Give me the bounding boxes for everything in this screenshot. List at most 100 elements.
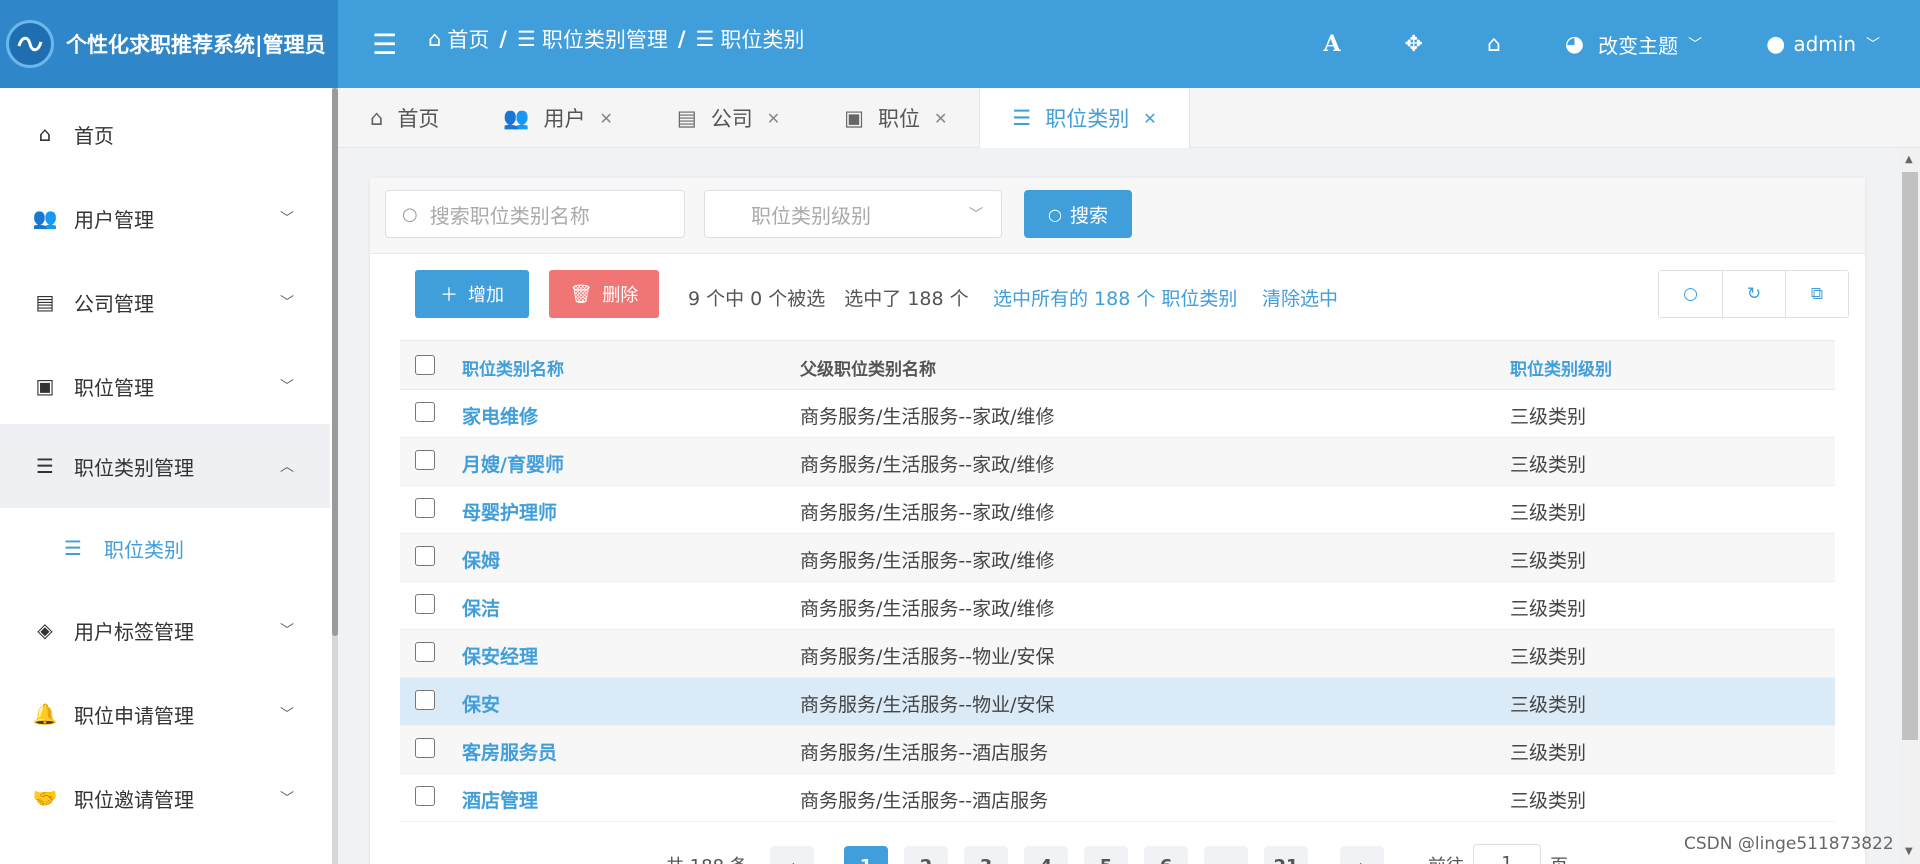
category-name-link[interactable]: 家电维修 [462, 402, 538, 429]
category-name-link[interactable]: 客房服务员 [462, 738, 557, 765]
row-checkbox[interactable] [415, 402, 435, 422]
prev-page-button[interactable]: ‹ [770, 846, 814, 864]
breadcrumb-item-home[interactable]: 首页 [447, 24, 489, 54]
handshake-icon: 🤝 [32, 786, 58, 810]
sidebar-item-label: 职位申请管理 [74, 703, 194, 728]
sidebar-item-job-management[interactable]: ▣ 职位管理 ﹀ [0, 344, 330, 428]
tab-job[interactable]: ▣ 职位 ✕ [812, 88, 979, 148]
tags-icon: ◈ [37, 618, 53, 642]
tab-user[interactable]: 👥 用户 ✕ [471, 88, 645, 148]
page-button[interactable]: 4 [1024, 846, 1068, 864]
user-menu-button[interactable]: ● admin ﹀ [1766, 32, 1880, 57]
sidebar-item-application-management[interactable]: 🔔 职位申请管理 ﹀ [0, 672, 330, 756]
theme-label: 改变主题 [1598, 33, 1679, 58]
row-checkbox[interactable] [415, 546, 435, 566]
breadcrumb-item-category-management[interactable]: 职位类别管理 [542, 24, 668, 54]
watermark: CSDN @linge511873822 [1684, 834, 1894, 854]
table-row[interactable]: 保姆 商务服务/生活服务--家政/维修 三级类别 [400, 534, 1835, 582]
row-checkbox[interactable] [415, 786, 435, 806]
page-button[interactable]: 2 [904, 846, 948, 864]
sidebar-subitem-category[interactable]: ☰ 职位类别 [0, 506, 330, 590]
selection-info: 9 个中 0 个被选 选中了 188 个 [688, 288, 969, 310]
scroll-down-icon[interactable]: ▼ [1905, 846, 1913, 857]
parent-category: 商务服务/生活服务--家政/维修 [800, 406, 1055, 428]
list-icon: ☰ [695, 27, 715, 51]
select-all-link[interactable]: 选中所有的 188 个 职位类别 [993, 284, 1237, 311]
close-icon[interactable]: ✕ [1143, 109, 1156, 128]
sidebar-item-invitation-management[interactable]: 🤝 职位邀请管理 ﹀ [0, 756, 330, 840]
table-row[interactable]: 家电维修 商务服务/生活服务--家政/维修 三级类别 [400, 390, 1835, 438]
archive-icon: ▣ [35, 374, 55, 398]
table-row[interactable]: 月嫂/育婴师 商务服务/生活服务--家政/维修 三级类别 [400, 438, 1835, 486]
home-icon: ⌂ [38, 122, 52, 146]
category-name-link[interactable]: 月嫂/育婴师 [462, 450, 564, 477]
search-input[interactable]: ○ 搜索职位类别名称 [385, 190, 685, 238]
tab-company[interactable]: ▤ 公司 ✕ [645, 88, 812, 148]
table-row[interactable]: 母婴护理师 商务服务/生活服务--家政/维修 三级类别 [400, 486, 1835, 534]
delete-button[interactable]: 🗑 删除 [549, 270, 659, 318]
home-icon[interactable]: ⌂ [1487, 32, 1501, 57]
page-button[interactable]: 5 [1084, 846, 1128, 864]
table-row[interactable]: 客房服务员 商务服务/生活服务--酒店服务 三级类别 [400, 726, 1835, 774]
menu-toggle-icon[interactable]: ☰ [372, 28, 397, 61]
row-checkbox[interactable] [415, 450, 435, 470]
user-name: admin [1793, 32, 1856, 56]
sidebar-subitem-label: 职位类别 [104, 537, 184, 562]
sidebar-item-tag-management[interactable]: ◈ 用户标签管理 ﹀ [0, 588, 330, 672]
category-name-link[interactable]: 保安经理 [462, 642, 538, 669]
breadcrumb-separator: / [677, 27, 686, 51]
row-checkbox[interactable] [415, 498, 435, 518]
category-name-link[interactable]: 保姆 [462, 546, 500, 573]
page-button[interactable]: 6 [1144, 846, 1188, 864]
page-ellipsis-button[interactable]: ... [1204, 846, 1248, 864]
font-size-icon[interactable]: A [1323, 31, 1340, 57]
fullscreen-icon[interactable]: ✥ [1405, 32, 1423, 57]
close-icon[interactable]: ✕ [934, 109, 947, 128]
sidebar-item-company-management[interactable]: ▤ 公司管理 ﹀ [0, 260, 330, 344]
tab-category[interactable]: ☰ 职位类别 ✕ [979, 88, 1190, 148]
row-checkbox[interactable] [415, 738, 435, 758]
theme-button[interactable]: ◕ 改变主题 ﹀ [1565, 30, 1702, 59]
tab-home[interactable]: ⌂ 首页 [338, 88, 471, 148]
category-name-link[interactable]: 母婴护理师 [462, 498, 557, 525]
category-level: 三级类别 [1510, 406, 1587, 428]
row-checkbox[interactable] [415, 642, 435, 662]
sidebar-scrollbar[interactable] [332, 88, 338, 864]
page-button[interactable]: 3 [964, 846, 1008, 864]
sidebar-scrollbar-thumb[interactable] [332, 88, 338, 636]
page-button[interactable]: 21 [1264, 846, 1308, 864]
row-checkbox[interactable] [415, 690, 435, 710]
scroll-up-icon[interactable]: ▲ [1905, 154, 1913, 165]
table-row[interactable]: 保安 商务服务/生活服务--物业/安保 三级类别 [400, 678, 1835, 726]
sidebar-item-category-management[interactable]: ☰ 职位类别管理 ︿ [0, 424, 330, 508]
next-page-button[interactable]: › [1340, 846, 1384, 864]
refresh-icon[interactable]: ↻ [1722, 271, 1785, 317]
table-row[interactable]: 保安经理 商务服务/生活服务--物业/安保 三级类别 [400, 630, 1835, 678]
sidebar-item-home[interactable]: ⌂ 首页 [0, 92, 330, 176]
goto-label: 前往 [1428, 852, 1464, 864]
search-button[interactable]: ○ 搜索 [1024, 190, 1132, 238]
main-scrollbar-thumb[interactable] [1902, 172, 1918, 740]
level-select[interactable]: 职位类别级别 ﹀ [704, 190, 1002, 238]
table-row[interactable]: 酒店管理 商务服务/生活服务--酒店服务 三级类别 [400, 774, 1835, 822]
close-icon[interactable]: ✕ [600, 109, 613, 128]
category-name-link[interactable]: 保洁 [462, 594, 500, 621]
category-name-link[interactable]: 酒店管理 [462, 786, 538, 813]
page-button[interactable]: 1 [844, 846, 888, 864]
close-icon[interactable]: ✕ [767, 109, 780, 128]
search-toggle-icon[interactable]: ○ [1659, 271, 1722, 317]
search-icon: ○ [1048, 204, 1062, 224]
export-icon[interactable]: ⧉ [1785, 271, 1848, 317]
column-header-level[interactable]: 职位类别级别 [1510, 355, 1612, 380]
add-button[interactable]: ＋ 增加 [415, 270, 529, 318]
row-checkbox[interactable] [415, 594, 435, 614]
category-name-link[interactable]: 保安 [462, 690, 500, 717]
column-header-name[interactable]: 职位类别名称 [462, 355, 564, 380]
category-level: 三级类别 [1510, 454, 1587, 476]
clear-selection-link[interactable]: 清除选中 [1262, 284, 1338, 311]
sidebar-item-user-management[interactable]: 👥 用户管理 ﹀ [0, 176, 330, 260]
table-row[interactable]: 保洁 商务服务/生活服务--家政/维修 三级类别 [400, 582, 1835, 630]
main-scrollbar[interactable]: ▲ ▼ [1900, 148, 1920, 864]
select-all-checkbox[interactable] [415, 355, 435, 375]
goto-page-input[interactable]: 1 [1473, 844, 1541, 864]
